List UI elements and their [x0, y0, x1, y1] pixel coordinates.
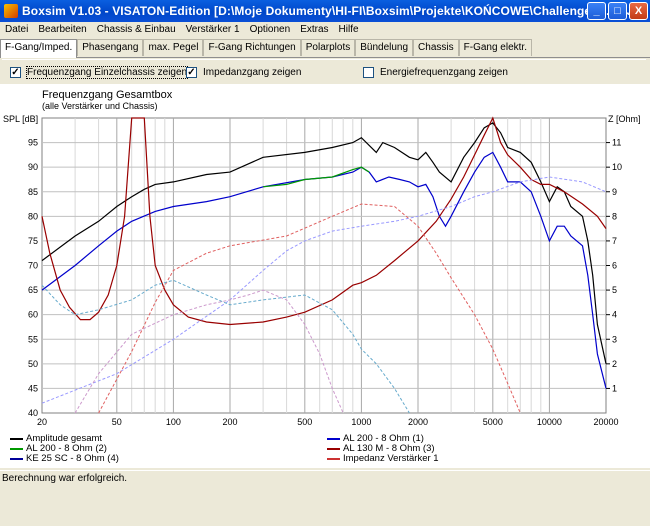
- x-tick-label: 20: [37, 417, 47, 426]
- maximize-button[interactable]: □: [608, 2, 627, 20]
- minimize-button[interactable]: _: [587, 2, 606, 20]
- checkbox-impedanz[interactable]: ✓: [186, 66, 197, 78]
- y-left-tick-label: 90: [28, 162, 38, 172]
- legend-swatch: [327, 437, 340, 440]
- menu-datei[interactable]: Datei: [0, 22, 33, 37]
- x-tick-label: 100: [166, 417, 181, 426]
- legend-swatch: [10, 447, 23, 450]
- menu-chassis-einbau[interactable]: Chassis & Einbau: [92, 22, 181, 37]
- legend-label: KE 25 SC - 8 Ohm (4): [26, 453, 119, 464]
- chart-legend: Amplitude gesamt AL 200 - 8 Ohm (2) KE 2…: [0, 426, 650, 468]
- tab-buendelung[interactable]: Bündelung: [355, 39, 414, 56]
- x-tick-label: 50: [112, 417, 122, 426]
- status-text: Berechnung war erfolgreich.: [2, 473, 128, 484]
- option-einzelchassis-label: Frequenzgang Einzelchassis zeigen: [25, 65, 189, 79]
- title-bar: Boxsim V1.03 - VISATON-Edition [D:\Moje …: [0, 0, 650, 22]
- y-right-tick-label: 11: [612, 138, 621, 148]
- y-left-tick-label: 55: [28, 334, 38, 344]
- y-right-tick-label: 2: [612, 359, 617, 369]
- y-right-tick-label: 1: [612, 383, 617, 393]
- series-line: [41, 279, 410, 414]
- y-left-tick-label: 40: [28, 408, 38, 418]
- y-left-tick-label: 65: [28, 285, 38, 295]
- desktop-background: [0, 486, 650, 526]
- x-tick-label: 10000: [537, 417, 562, 426]
- y-right-tick-label: 4: [612, 310, 617, 320]
- tab-chassis[interactable]: Chassis: [413, 39, 459, 56]
- legend-swatch: [10, 457, 23, 460]
- y-right-tick-label: 10: [612, 162, 622, 172]
- x-tick-label: 20000: [593, 417, 618, 426]
- menu-verstaerker[interactable]: Verstärker 1: [181, 22, 245, 37]
- tab-max-pegel[interactable]: max. Pegel: [143, 39, 204, 56]
- y-left-tick-label: 80: [28, 211, 38, 221]
- checkbox-energie[interactable]: [363, 66, 374, 78]
- tab-fgang-richtungen[interactable]: F-Gang Richtungen: [203, 39, 301, 56]
- menu-hilfe[interactable]: Hilfe: [334, 22, 364, 37]
- status-bar: Berechnung war erfolgreich.: [0, 470, 650, 486]
- tab-polarplots[interactable]: Polarplots: [300, 39, 356, 56]
- checkbox-einzelchassis[interactable]: ✓: [10, 66, 21, 78]
- plot-area: Frequenzgang Gesamtbox (alle Verstärker …: [0, 84, 650, 467]
- legend-item: Impedanz Verstärker 1: [327, 453, 439, 464]
- y-left-tick-label: 85: [28, 187, 38, 197]
- options-panel: ✓ Frequenzgang Einzelchassis zeigen ✓ Im…: [2, 59, 646, 85]
- menu-bearbeiten[interactable]: Bearbeiten: [33, 22, 91, 37]
- tab-fgang-elektr[interactable]: F-Gang elektr.: [458, 39, 532, 56]
- y-right-tick-label: 3: [612, 334, 617, 344]
- close-button[interactable]: X: [629, 2, 648, 20]
- chart-subtitle: (alle Verstärker und Chassis): [42, 101, 158, 111]
- legend-swatch: [327, 447, 340, 450]
- series-line: [98, 203, 521, 414]
- option-energie[interactable]: Energiefrequenzgang zeigen: [363, 65, 508, 79]
- y-left-tick-label: 95: [28, 138, 38, 148]
- y-left-tick-label: 70: [28, 261, 38, 271]
- x-tick-label: 1000: [351, 417, 371, 426]
- menu-bar: Datei Bearbeiten Chassis & Einbau Verstä…: [0, 22, 650, 38]
- y-left-tick-label: 75: [28, 236, 38, 246]
- tab-phasengang[interactable]: Phasengang: [77, 39, 144, 56]
- option-impedanz[interactable]: ✓ Impedanzgang zeigen: [186, 65, 301, 79]
- menu-optionen[interactable]: Optionen: [245, 22, 296, 37]
- y-right-tick-label: 8: [612, 211, 617, 221]
- x-tick-label: 200: [222, 417, 237, 426]
- x-tick-label: 5000: [483, 417, 503, 426]
- option-impedanz-label: Impedanzgang zeigen: [203, 66, 302, 78]
- legend-item: KE 25 SC - 8 Ohm (4): [10, 453, 119, 464]
- y-right-tick-label: 9: [612, 187, 617, 197]
- y-left-tick-label: 50: [28, 359, 38, 369]
- frequency-response-chart: Frequenzgang Gesamtbox (alle Verstärker …: [3, 89, 641, 427]
- tab-fgang-imped[interactable]: F-Gang/Imped.: [0, 39, 78, 58]
- x-tick-label: 500: [297, 417, 312, 426]
- legend-swatch: [10, 437, 23, 440]
- x-tick-label: 2000: [408, 417, 428, 426]
- window-title: Boxsim V1.03 - VISATON-Edition [D:\Moje …: [22, 4, 638, 18]
- series-line: [74, 289, 344, 414]
- y-left-tick-label: 45: [28, 383, 38, 393]
- y-right-tick-label: 7: [612, 236, 617, 246]
- tab-strip: F-Gang/Imped. Phasengang max. Pegel F-Ga…: [0, 38, 650, 58]
- legend-label: Impedanz Verstärker 1: [343, 453, 439, 464]
- series-line: [41, 122, 607, 364]
- chart-title: Frequenzgang Gesamtbox: [42, 89, 173, 101]
- option-energie-label: Energiefrequenzgang zeigen: [380, 66, 508, 78]
- option-einzelchassis[interactable]: ✓ Frequenzgang Einzelchassis zeigen: [10, 65, 189, 79]
- y-right-tick-label: 6: [612, 261, 617, 271]
- y-right-tick-label: 5: [612, 285, 617, 295]
- y-left-tick-label: 60: [28, 310, 38, 320]
- legend-swatch: [327, 457, 340, 460]
- y-axis-right-label: Z [Ohm]: [608, 114, 641, 124]
- y-axis-left-label: SPL [dB]: [3, 114, 38, 124]
- app-icon[interactable]: [4, 4, 18, 18]
- menu-extras[interactable]: Extras: [295, 22, 333, 37]
